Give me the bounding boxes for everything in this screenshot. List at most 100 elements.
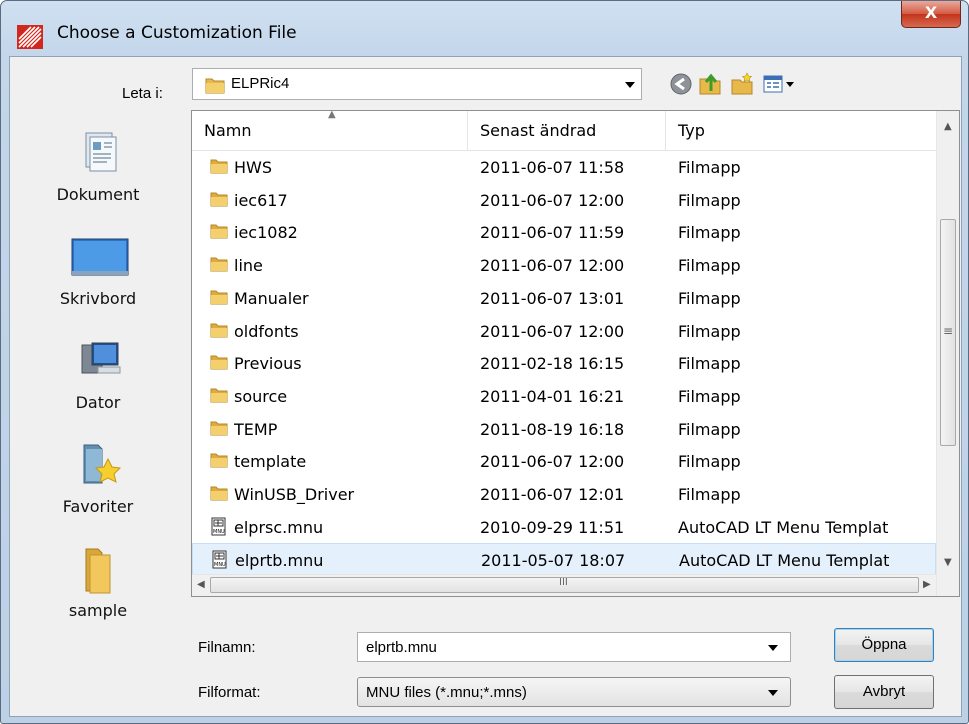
- column-label: Senast ändrad: [480, 121, 597, 140]
- file-type: Filmapp: [678, 288, 741, 308]
- folder-icon: [210, 419, 228, 437]
- place-favoriter[interactable]: Favoriter: [10, 441, 186, 541]
- place-skrivbord[interactable]: Skrivbord: [10, 233, 186, 333]
- file-type: Filmapp: [678, 256, 741, 276]
- place-label: Dokument: [56, 185, 140, 204]
- file-date: 2011-06-07 12:01: [480, 485, 625, 504]
- open-button[interactable]: Öppna: [834, 628, 934, 662]
- folder-icon: [210, 353, 228, 371]
- lookin-combo[interactable]: ELPRic4: [192, 68, 642, 100]
- chevron-down-icon[interactable]: [768, 645, 778, 651]
- folder-icon: [210, 157, 228, 175]
- file-row[interactable]: line 2011-06-07 12:00 Filmapp: [192, 249, 936, 281]
- folder-icon: [210, 321, 228, 339]
- file-row[interactable]: Previous 2011-02-18 16:15 Filmapp: [192, 347, 936, 379]
- folder-icon: [210, 386, 228, 404]
- file-date: 2011-06-07 12:00: [480, 256, 625, 276]
- file-type: Filmapp: [678, 354, 741, 374]
- file-date: 2011-08-19 16:18: [480, 419, 625, 439]
- chevron-down-icon[interactable]: [768, 690, 778, 696]
- file-list[interactable]: ▲ Namn Senast ändrad Typ HWS 2011-06-07 1…: [191, 109, 960, 597]
- scroll-up-icon[interactable]: ▲: [944, 121, 952, 132]
- cancel-button[interactable]: Avbryt: [834, 675, 934, 709]
- file-row[interactable]: iec617 2011-06-07 12:00 Filmapp: [192, 184, 936, 216]
- file-name: elprsc.mnu: [234, 517, 324, 537]
- column-header-type[interactable]: Typ: [666, 111, 936, 151]
- folder-icon: [210, 255, 228, 273]
- place-dokument[interactable]: Dokument: [10, 129, 186, 229]
- computer-icon: [81, 342, 121, 374]
- file-name: HWS: [234, 158, 273, 177]
- horizontal-scrollbar[interactable]: ◀ III ▶: [192, 574, 936, 596]
- file-type: Filmapp: [678, 419, 741, 439]
- title-bar[interactable]: Choose a Customization File X: [1, 1, 968, 56]
- file-date: 2011-06-07 12:00: [480, 190, 625, 210]
- file-name: iec1082: [234, 223, 298, 243]
- folder-icon: [210, 190, 228, 208]
- folder-icon: [210, 484, 228, 502]
- file-row[interactable]: HWS 2011-06-07 11:58 Filmapp: [192, 151, 936, 183]
- file-type: Filmapp: [678, 485, 741, 504]
- file-row[interactable]: WinUSB_Driver 2011-06-07 12:01 Filmapp: [192, 478, 936, 510]
- column-header-date[interactable]: Senast ändrad: [468, 111, 666, 151]
- column-header-name[interactable]: ▲ Namn: [192, 109, 468, 151]
- close-button[interactable]: X: [901, 1, 961, 28]
- file-name: Manualer: [234, 288, 309, 308]
- grip-icon: ≡: [943, 324, 954, 338]
- file-row[interactable]: iec1082 2011-06-07 11:59 Filmapp: [192, 216, 936, 248]
- file-row[interactable]: Manualer 2011-06-07 13:01 Filmapp: [192, 282, 936, 314]
- scroll-right-icon[interactable]: ▶: [923, 579, 931, 590]
- back-icon[interactable]: [668, 71, 694, 97]
- folder-icon: [210, 451, 228, 469]
- folder-icon: [210, 288, 228, 306]
- grip-icon: III: [559, 577, 568, 588]
- fileformat-value: MNU files (*.mnu;*.mns): [366, 684, 527, 701]
- desktop-icon: [71, 238, 129, 276]
- horizontal-scroll-thumb[interactable]: III: [210, 577, 919, 593]
- file-type: Filmapp: [678, 386, 741, 406]
- file-date: 2011-06-07 12:00: [480, 321, 625, 341]
- file-name: source: [234, 386, 288, 406]
- lookin-value: ELPRic4: [231, 75, 290, 92]
- scroll-left-icon[interactable]: ◀: [197, 579, 205, 590]
- file-type: Filmapp: [678, 452, 741, 472]
- scroll-down-icon[interactable]: ▼: [944, 557, 952, 568]
- fileformat-select[interactable]: MNU files (*.mnu;*.mns): [357, 677, 791, 707]
- filename-label: Filnamn:: [198, 639, 256, 656]
- file-name: line: [234, 256, 263, 276]
- place-dator[interactable]: Dator: [10, 337, 186, 437]
- folder-icon: [85, 548, 111, 594]
- file-row[interactable]: MNU elprsc.mnu 2010-09-29 11:51 AutoCAD LT …: [192, 511, 936, 543]
- file-date: 2011-02-18 16:15: [480, 354, 625, 374]
- up-folder-icon[interactable]: [697, 71, 723, 97]
- file-row[interactable]: source 2011-04-01 16:21 Filmapp: [192, 380, 936, 412]
- vertical-scrollbar[interactable]: ▲ ≡ ▼: [936, 111, 959, 596]
- view-menu-icon[interactable]: [762, 71, 796, 97]
- window-title: Choose a Customization File: [57, 23, 297, 43]
- new-folder-icon[interactable]: [729, 71, 755, 97]
- column-label: Typ: [678, 121, 705, 140]
- svg-text:MNU: MNU: [214, 562, 226, 568]
- file-date: 2011-06-07 13:01: [480, 288, 625, 308]
- documents-icon: [85, 132, 117, 172]
- svg-text:MNU: MNU: [213, 529, 225, 535]
- file-name: template: [234, 452, 307, 472]
- file-date: 2011-06-07 12:00: [480, 452, 625, 472]
- file-row[interactable]: oldfonts 2011-06-07 12:00 Filmapp: [192, 315, 936, 347]
- file-type: Filmapp: [678, 321, 741, 341]
- file-name: oldfonts: [234, 321, 299, 341]
- place-sample[interactable]: sample: [10, 545, 186, 645]
- column-header: ▲ Namn Senast ändrad Typ: [192, 109, 936, 151]
- filename-input[interactable]: elprtb.mnu: [357, 632, 791, 662]
- file-row[interactable]: template 2011-06-07 12:00 Filmapp: [192, 445, 936, 477]
- column-label: Namn: [204, 121, 252, 140]
- file-row[interactable]: TEMP 2011-08-19 16:18 Filmapp: [192, 413, 936, 445]
- file-type: AutoCAD LT Menu Templat: [678, 517, 889, 537]
- chevron-down-icon[interactable]: [625, 82, 635, 88]
- file-row[interactable]: MNU elprtb.mnu 2011-05-07 18:07 AutoCAD LT …: [192, 543, 936, 576]
- vertical-scroll-thumb[interactable]: ≡: [940, 219, 956, 446]
- file-date: 2011-06-07 11:58: [480, 158, 625, 177]
- sort-up-icon: ▲: [328, 109, 336, 120]
- place-label: Dator: [75, 393, 121, 412]
- file-date: 2011-05-07 18:07: [481, 551, 626, 571]
